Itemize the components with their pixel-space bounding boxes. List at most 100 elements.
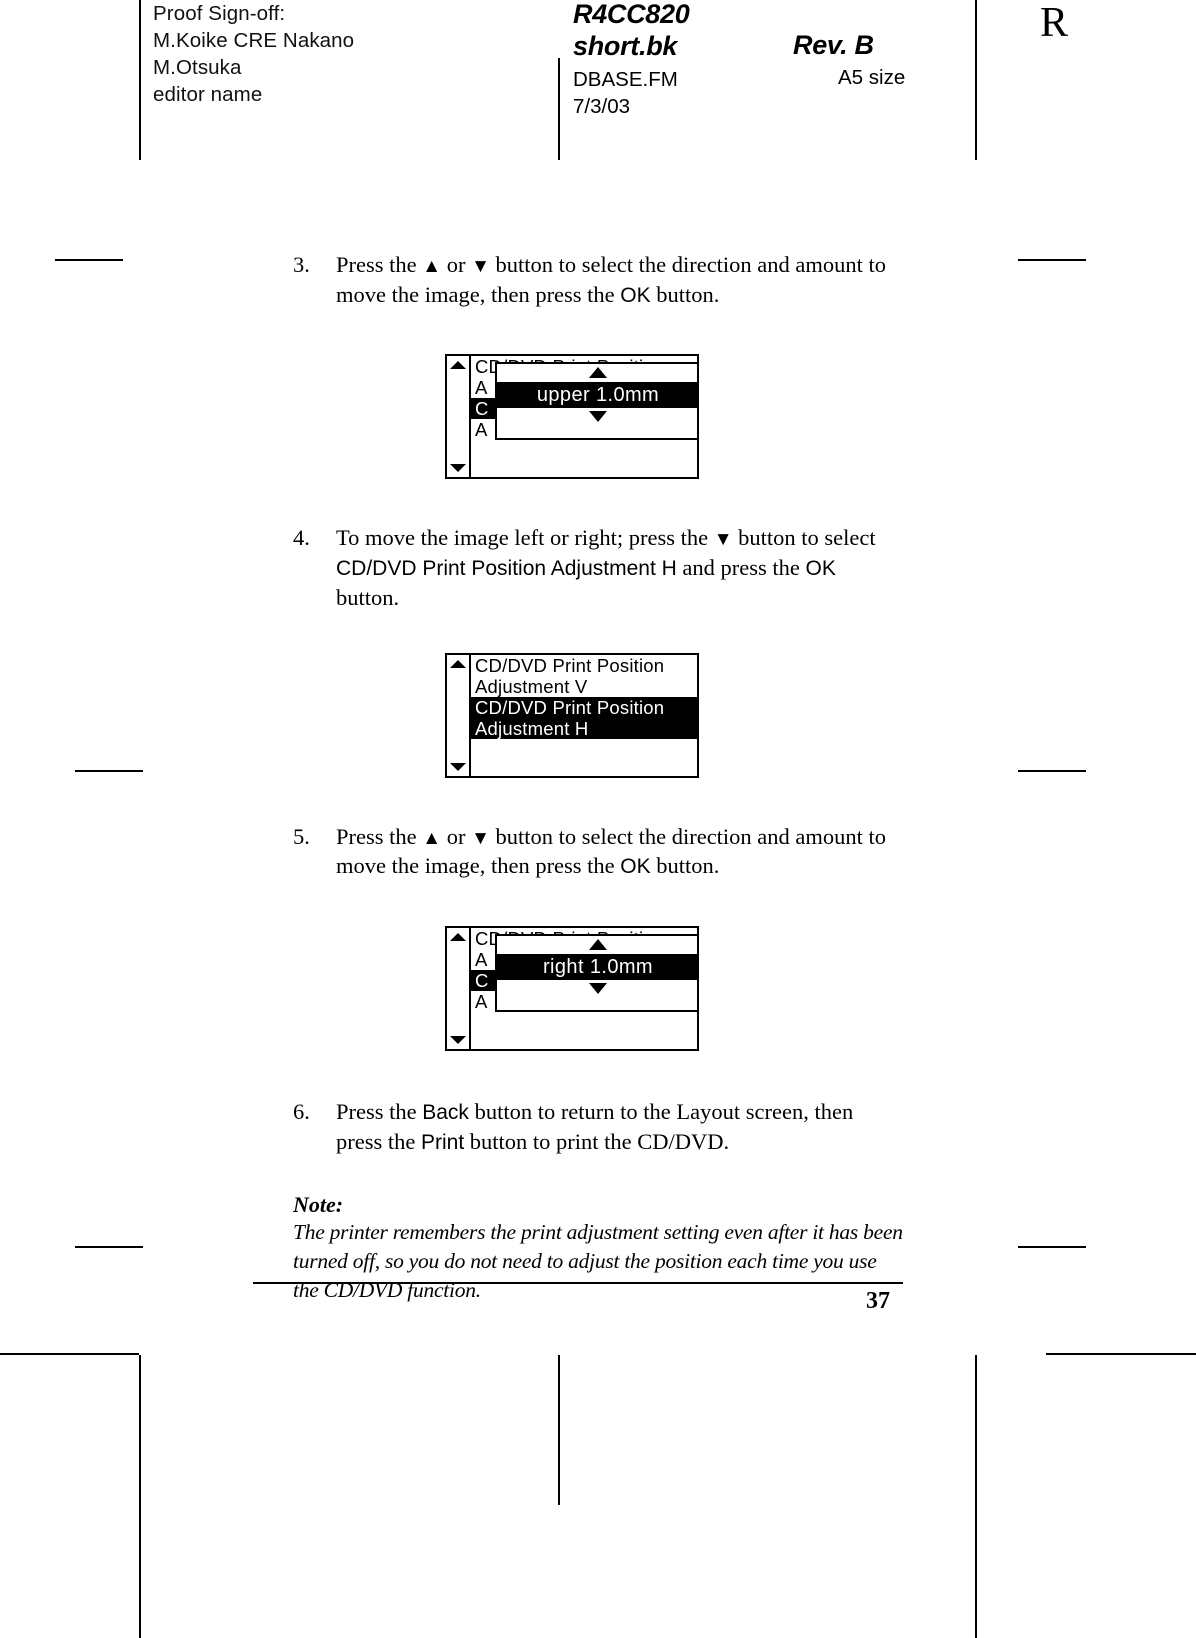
lcd-screen-horizontal-adjust-wrap: CD/DVD Print Positi A C A right 1.0mm <box>445 925 903 1051</box>
footer-rule <box>253 1282 903 1284</box>
document-revision: Rev. B <box>793 30 874 60</box>
lcd-menu-item[interactable]: Adjustment V <box>471 676 697 697</box>
step-3-part-0: Press the <box>336 252 423 277</box>
triangle-down-icon: ▼ <box>471 256 490 277</box>
header-divider-left <box>139 0 141 160</box>
document-file-name: DBASE.FM <box>573 68 678 91</box>
step-3-part-2: or <box>441 252 472 277</box>
lcd-scrollbar[interactable] <box>447 927 471 1049</box>
revision-mark: R <box>1040 0 1069 46</box>
triangle-up-icon: ▲ <box>422 256 442 277</box>
crop-mark-middle-left <box>75 770 143 772</box>
crop-mark-middle-right <box>1018 770 1086 772</box>
signoff-line-3: editor name <box>153 83 263 106</box>
document-paper-size: A5 size <box>838 66 906 89</box>
triangle-down-icon[interactable] <box>589 982 607 994</box>
document-title-line-2: short.bk <box>573 31 678 61</box>
scroll-down-icon[interactable] <box>450 762 466 771</box>
triangle-down-icon: ▼ <box>471 827 490 849</box>
triangle-up-icon[interactable] <box>589 367 607 378</box>
step-5-part-2: or <box>441 823 472 849</box>
step-4-part-6: button. <box>336 585 400 610</box>
lcd-menu-item[interactable]: CD/DVD Print Position <box>471 655 697 676</box>
note-heading: Note: <box>293 1191 344 1217</box>
step-6-print-label: Print <box>420 1131 465 1154</box>
popup-increase-row[interactable] <box>497 364 697 382</box>
lcd-screen-menu-list: CD/DVD Print Position Adjustment V CD/DV… <box>445 652 699 778</box>
step-5-ok-label: OK <box>620 855 651 878</box>
signoff-line-1: M.Koike CRE Nakano <box>153 29 355 52</box>
scroll-up-icon[interactable] <box>450 659 466 668</box>
scroll-down-icon[interactable] <box>450 464 466 472</box>
lcd-scrollbar[interactable] <box>447 654 471 776</box>
step-3-number: 3. <box>293 252 310 277</box>
step-4-part-2: button to select <box>732 525 876 550</box>
step-3: 3. Press the ▲ or ▼ button to select the… <box>293 250 903 310</box>
triangle-up-icon[interactable] <box>589 938 607 950</box>
step-4: 4. To move the image left or right; pres… <box>293 523 903 613</box>
crop-mark-bottom-right <box>1018 1246 1086 1248</box>
scroll-up-icon[interactable] <box>450 361 466 369</box>
lcd-menu-item-selected[interactable]: Adjustment H <box>471 717 697 739</box>
document-file-block: DBASE.FM 7/3/03 <box>573 66 678 120</box>
step-6-back-label: Back <box>422 1100 469 1124</box>
page-number: 37 <box>866 1288 890 1314</box>
popup-increase-row[interactable] <box>497 935 697 954</box>
lcd-screen-horizontal-adjust: CD/DVD Print Positi A C A right 1.0mm <box>445 925 699 1051</box>
signoff-line-2: M.Otsuka <box>153 56 242 79</box>
crop-mark-baseline-left <box>0 1353 139 1355</box>
popup-value-text: right 1.0mm <box>497 953 697 980</box>
lcd-menu-item-selected[interactable]: CD/DVD Print Position <box>471 696 697 718</box>
crop-mark-top-left <box>55 259 123 261</box>
scroll-up-icon[interactable] <box>450 932 466 941</box>
lcd-scrollbar[interactable] <box>447 356 471 477</box>
popup-decrease-row[interactable] <box>497 979 697 998</box>
step-6-text: Press the Back button to return to the L… <box>336 1099 853 1155</box>
triangle-down-icon[interactable] <box>589 411 607 422</box>
step-6: 6. Press the Back button to return to th… <box>293 1097 903 1158</box>
step-4-text: To move the image left or right; press t… <box>336 525 876 610</box>
popup-decrease-row[interactable] <box>497 408 697 426</box>
header-divider-middle <box>558 58 560 160</box>
crop-mark-vert-bottom-left <box>139 1355 141 1638</box>
document-title: R4CC820 short.bk <box>573 0 690 62</box>
step-5-part-0: Press the <box>336 823 423 849</box>
crop-mark-vert-bottom-mid <box>558 1355 560 1505</box>
crop-mark-top-right <box>1018 259 1086 261</box>
step-3-part-6: button. <box>650 281 720 307</box>
crop-mark-baseline-right <box>1046 1353 1196 1355</box>
document-title-line-1: R4CC820 <box>573 0 690 29</box>
step-3-ok-label: OK <box>620 283 651 307</box>
document-file-date: 7/3/03 <box>573 95 630 118</box>
signoff-line-0: Proof Sign-off: <box>153 2 286 25</box>
lcd-body: CD/DVD Print Position Adjustment V CD/DV… <box>471 655 697 776</box>
step-3-text: Press the ▲ or ▼ button to select the di… <box>336 252 886 307</box>
lcd-value-popup: upper 1.0mm <box>495 362 697 440</box>
step-6-number: 6. <box>293 1098 310 1124</box>
lcd-screen-vertical-adjust: CD/DVD Print Positi A C A upper 1.0mm <box>445 354 699 479</box>
crop-mark-vert-bottom-right <box>975 1355 977 1638</box>
step-4-ok-label: OK <box>805 556 836 580</box>
note-body: The printer remembers the print adjustme… <box>293 1219 903 1302</box>
scroll-down-icon[interactable] <box>450 1035 466 1044</box>
step-5-part-6: button. <box>650 853 720 878</box>
lcd-value-popup: right 1.0mm <box>495 933 697 1012</box>
step-6-part-0: Press the <box>336 1098 423 1124</box>
step-4-part-4: and press the <box>676 554 806 580</box>
step-4-number: 4. <box>293 525 310 550</box>
page-content: 3. Press the ▲ or ▼ button to select the… <box>293 250 903 1305</box>
header-divider-right <box>975 0 977 160</box>
lcd-screen-vertical-adjust-wrap: CD/DVD Print Positi A C A upper 1.0mm <box>445 354 903 479</box>
triangle-down-icon: ▼ <box>713 529 733 550</box>
step-4-menu-label: CD/DVD Print Position Adjustment H <box>336 556 677 580</box>
step-5-number: 5. <box>293 823 310 849</box>
crop-mark-bottom-left <box>75 1246 143 1248</box>
lcd-screen-menu-list-wrap: CD/DVD Print Position Adjustment V CD/DV… <box>445 652 903 778</box>
popup-value-text: upper 1.0mm <box>497 382 697 408</box>
step-5: 5. Press the ▲ or ▼ button to select the… <box>293 822 903 882</box>
proof-signoff-block: Proof Sign-off: M.Koike CRE Nakano M.Ots… <box>153 0 354 108</box>
triangle-up-icon: ▲ <box>422 827 442 849</box>
step-4-part-0: To move the image left or right; press t… <box>336 525 714 550</box>
proof-sign-off-header: Proof Sign-off: M.Koike CRE Nakano M.Ots… <box>0 0 1196 165</box>
step-6-part-4: button to print the CD/DVD. <box>464 1129 730 1154</box>
